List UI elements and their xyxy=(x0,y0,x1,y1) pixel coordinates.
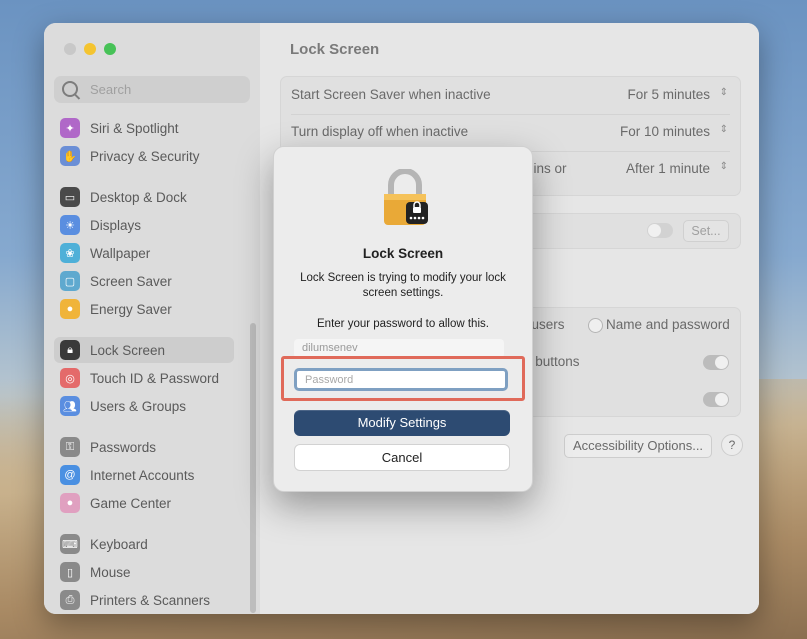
show-buttons-toggle[interactable] xyxy=(703,355,729,370)
popup-value[interactable]: After 1 minute xyxy=(626,161,710,176)
dialog-title: Lock Screen xyxy=(362,246,444,261)
users-icon: 👥︎ xyxy=(60,396,80,416)
sidebar-item-label: Printers & Scanners xyxy=(90,592,211,608)
sidebar-scrollbar[interactable] xyxy=(250,323,256,613)
message-toggle[interactable] xyxy=(647,223,673,238)
accessibility-options-button[interactable]: Accessibility Options... xyxy=(564,434,713,458)
mouse-icon: ▯ xyxy=(60,562,80,582)
sidebar-item-desktop-dock[interactable]: ▭ Desktop & Dock xyxy=(54,184,234,210)
search-field[interactable]: Search xyxy=(54,76,250,103)
flower-icon: ❀ xyxy=(60,243,80,263)
padlock-icon xyxy=(384,169,428,225)
search-placeholder: Search xyxy=(90,82,132,97)
close-button[interactable] xyxy=(64,43,76,55)
stepper-icon[interactable]: ⇕ xyxy=(720,124,728,135)
help-button[interactable]: ? xyxy=(721,434,743,456)
sidebar-item-wallpaper[interactable]: ❀ Wallpaper xyxy=(54,240,234,266)
sidebar-item-printers-scanners[interactable]: ⎙ Printers & Scanners xyxy=(54,587,234,613)
sidebar-item-lock-screen[interactable]: 🔒︎ Lock Screen xyxy=(54,337,234,363)
sidebar-item-game-center[interactable]: ● Game Center xyxy=(54,490,234,516)
cancel-button[interactable]: Cancel xyxy=(294,444,510,471)
password-field[interactable] xyxy=(294,368,508,391)
sidebar-item-keyboard[interactable]: ⌨ Keyboard xyxy=(54,531,234,557)
stepper-icon[interactable]: ⇕ xyxy=(720,161,728,172)
hint-toggle[interactable] xyxy=(703,392,729,407)
sidebar-item-label: Game Center xyxy=(90,495,172,511)
keyboard-icon: ⌨ xyxy=(60,534,80,554)
sidebar-item-screen-saver[interactable]: ▢ Screen Saver xyxy=(54,268,234,294)
dialog-message: Lock Screen is trying to modify your loc… xyxy=(300,272,506,299)
sidebar-item-users-groups[interactable]: 👥︎ Users & Groups xyxy=(54,393,234,419)
zoom-button[interactable] xyxy=(104,43,116,55)
page-title: Lock Screen xyxy=(290,41,380,58)
sidebar-item-label: Energy Saver xyxy=(90,301,172,317)
sidebar-item-mouse[interactable]: ▯ Mouse xyxy=(54,559,234,585)
sidebar-item-label: Lock Screen xyxy=(90,342,166,358)
authorization-dialog: Lock Screen Lock Screen is trying to mod… xyxy=(273,146,533,492)
sidebar-item-label: Passwords xyxy=(90,439,157,455)
game-center-icon: ● xyxy=(60,493,80,513)
sidebar-item-touch-id-password[interactable]: ◎ Touch ID & Password xyxy=(54,365,234,391)
lock-icon: 🔒︎ xyxy=(60,340,80,360)
sidebar-item-label: Displays xyxy=(90,217,142,233)
sidebar-item-label: Users & Groups xyxy=(90,398,187,414)
name-password-label: Name and password xyxy=(606,317,730,332)
name-password-radio[interactable] xyxy=(588,318,603,333)
modify-settings-button[interactable]: Modify Settings xyxy=(294,410,510,436)
popup-value[interactable]: For 5 minutes xyxy=(627,87,710,102)
row-label: Turn display off when inactive xyxy=(291,124,469,139)
sidebar-item-privacy-security[interactable]: ✋ Privacy & Security xyxy=(54,143,234,169)
siri-icon: ✦ xyxy=(60,118,80,138)
sidebar-item-label: Siri & Spotlight xyxy=(90,120,179,136)
sidebar-item-passwords[interactable]: ⚿ Passwords xyxy=(54,434,234,460)
sidebar-item-energy-saver[interactable]: ● Energy Saver xyxy=(54,296,234,322)
sidebar-item-label: Wallpaper xyxy=(90,245,151,261)
printer-icon: ⎙ xyxy=(60,590,80,610)
dialog-prompt: Enter your password to allow this. xyxy=(317,318,489,330)
row-label: Start Screen Saver when inactive xyxy=(291,87,491,102)
hand-icon: ✋ xyxy=(60,146,80,166)
fingerprint-icon: ◎ xyxy=(60,368,80,388)
dock-icon: ▭ xyxy=(60,187,80,207)
settings-row: Start Screen Saver when inactive For 5 m… xyxy=(281,77,740,114)
sidebar-item-label: Mouse xyxy=(90,564,131,580)
sidebar: Search ✦ Siri & Spotlight ✋ Privacy & Se… xyxy=(44,23,261,614)
sidebar-item-displays[interactable]: ☀ Displays xyxy=(54,212,234,238)
popup-value[interactable]: For 10 minutes xyxy=(620,124,710,139)
sidebar-item-label: Screen Saver xyxy=(90,273,172,289)
sidebar-item-internet-accounts[interactable]: @ Internet Accounts xyxy=(54,462,234,488)
window-controls xyxy=(64,43,116,55)
sidebar-item-label: Touch ID & Password xyxy=(90,370,220,386)
at-icon: @ xyxy=(60,465,80,485)
screen-saver-icon: ▢ xyxy=(60,271,80,291)
set-button[interactable]: Set... xyxy=(683,220,729,242)
sun-icon: ☀ xyxy=(60,215,80,235)
sidebar-item-label: Privacy & Security xyxy=(90,148,200,164)
sidebar-item-siri-spotlight[interactable]: ✦ Siri & Spotlight xyxy=(54,115,234,141)
stepper-icon[interactable]: ⇕ xyxy=(720,87,728,98)
sidebar-item-label: Internet Accounts xyxy=(90,467,195,483)
lightbulb-icon: ● xyxy=(60,299,80,319)
minimize-button[interactable] xyxy=(84,43,96,55)
sidebar-item-label: Desktop & Dock xyxy=(90,189,187,205)
sidebar-item-label: Keyboard xyxy=(90,536,148,552)
key-icon: ⚿ xyxy=(60,437,80,457)
search-icon xyxy=(62,81,78,97)
